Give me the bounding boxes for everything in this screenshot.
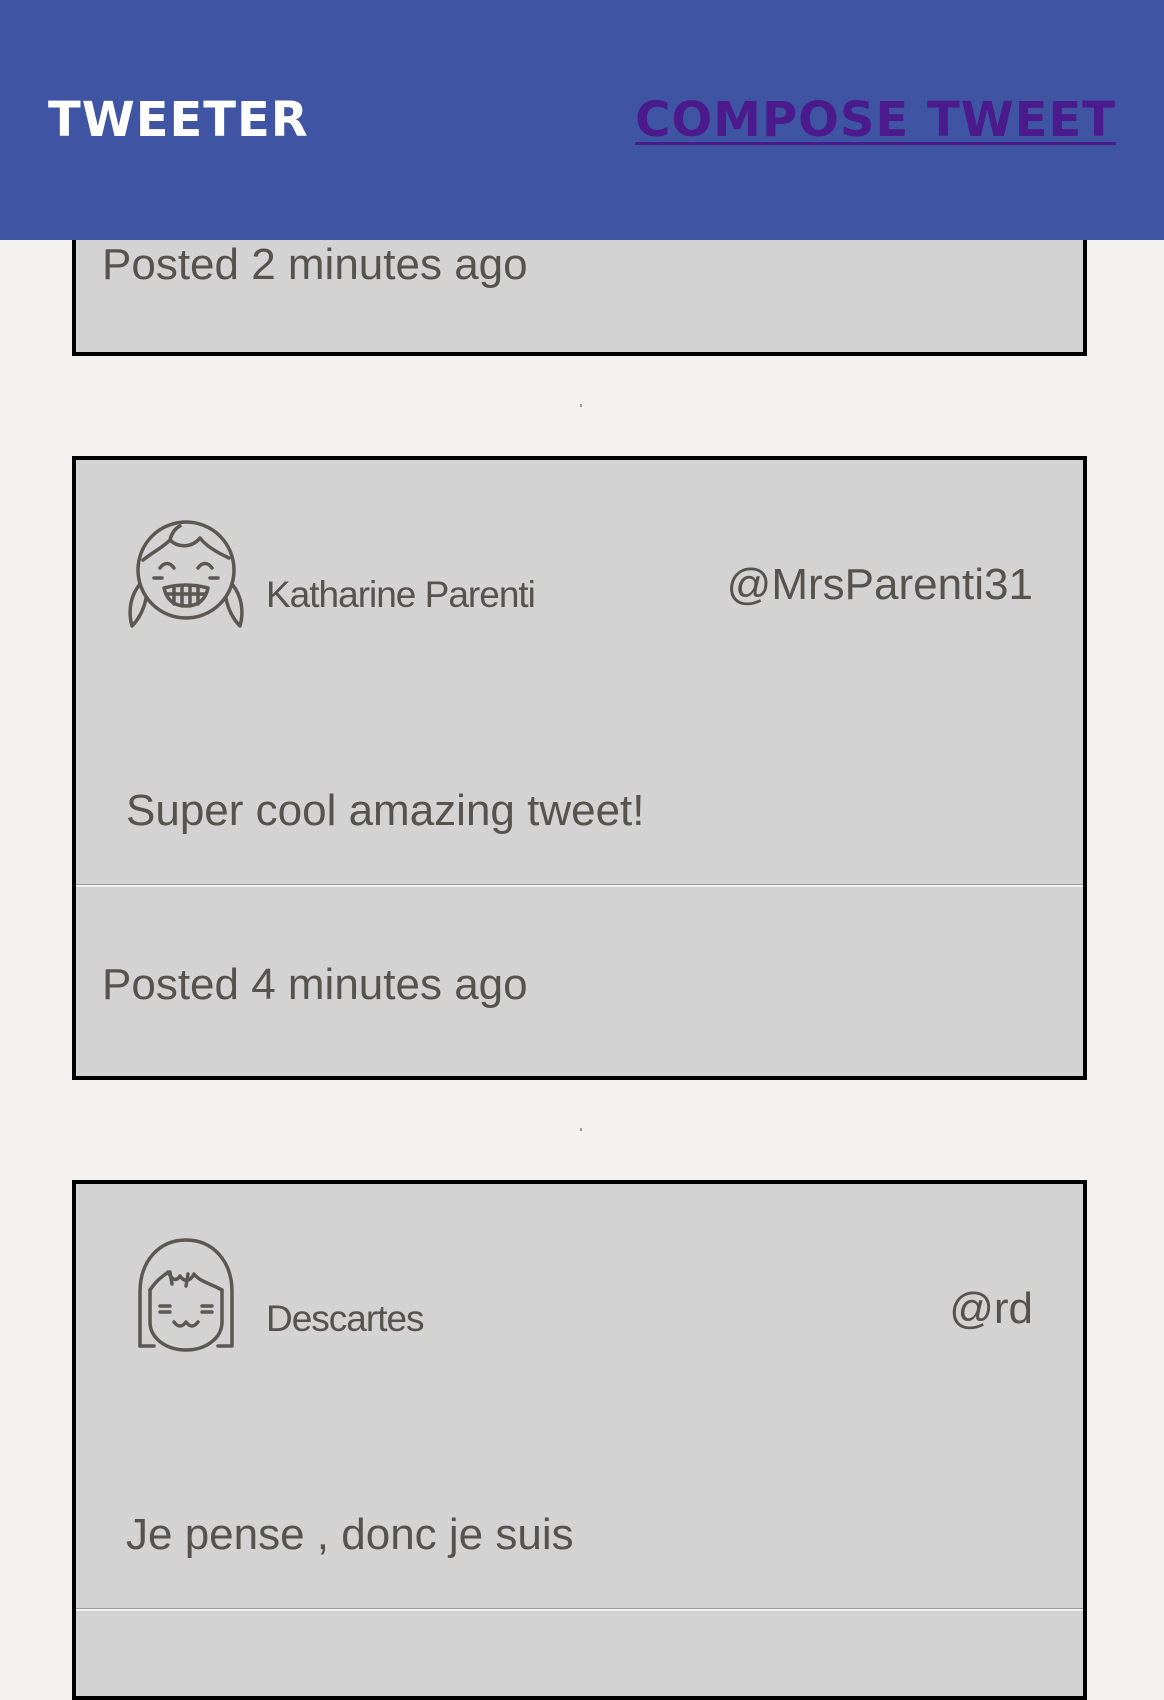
tweet-divider	[76, 884, 1083, 887]
tweet-card: Katharine Parenti @MrsParenti31 Super co…	[72, 456, 1087, 1080]
tweet-content: Super cool amazing tweet!	[126, 786, 645, 835]
tweet-card: Descartes @rd Je pense , donc je suis	[72, 1180, 1087, 1700]
girl-smiling-avatar-icon	[126, 1232, 246, 1356]
tweet-author-name: Katharine Parenti	[266, 574, 536, 615]
separator-mark	[580, 1128, 582, 1131]
tweet-timestamp: Posted 4 minutes ago	[102, 960, 528, 1009]
tweet-author-name: Descartes	[266, 1298, 425, 1339]
tweet-divider	[76, 1608, 1083, 1611]
brand-logo[interactable]: TWEETER	[48, 92, 309, 148]
compose-tweet-link[interactable]: COMPOSE TWEET	[635, 92, 1116, 148]
separator-mark	[580, 404, 582, 407]
tweet-content: Je pense , donc je suis	[126, 1510, 574, 1559]
girl-grinning-avatar-icon	[126, 508, 246, 632]
tweet-author-handle: @rd	[949, 1284, 1033, 1333]
tweet-header: Katharine Parenti @MrsParenti31 Super co…	[76, 460, 1083, 835]
tweet-header: Descartes @rd Je pense , donc je suis	[76, 1184, 1083, 1559]
tweet-timestamp: Posted 2 minutes ago	[102, 240, 528, 289]
tweet-author-handle: @MrsParenti31	[726, 560, 1033, 609]
navbar: TWEETER COMPOSE TWEET	[0, 0, 1164, 240]
